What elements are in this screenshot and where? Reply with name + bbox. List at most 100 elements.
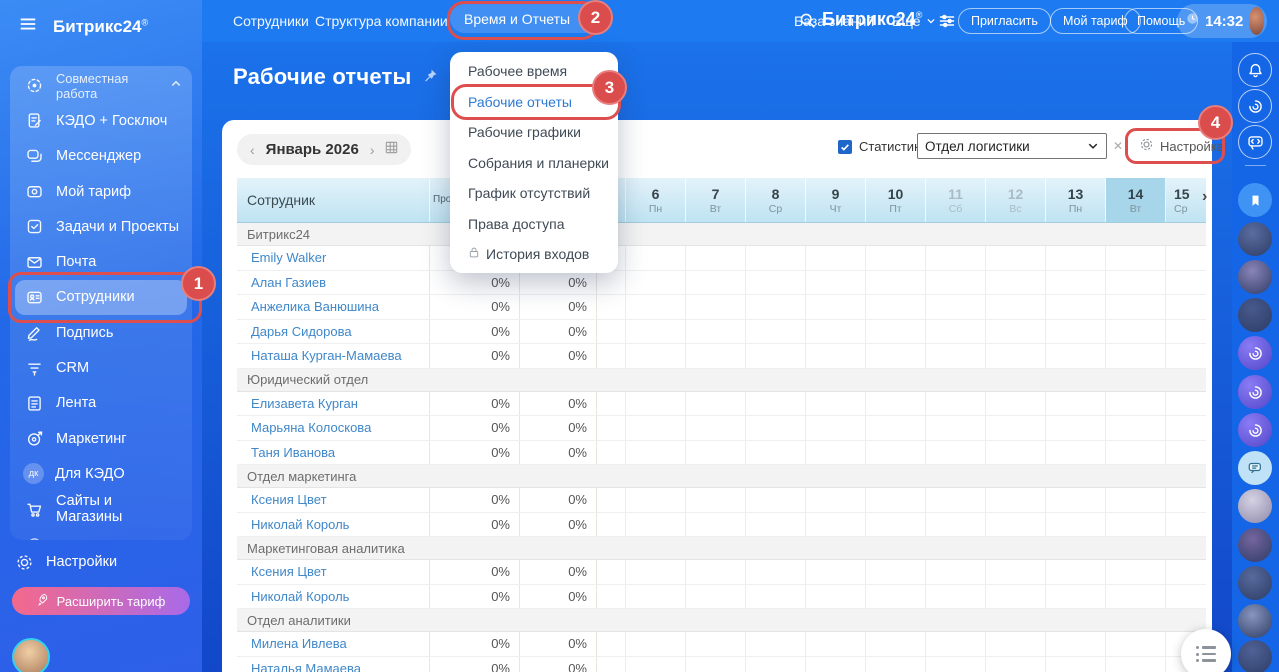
- sidebar-item-feed[interactable]: Лента: [10, 386, 192, 421]
- employee-name-link[interactable]: Наталья Мамаева: [237, 657, 430, 672]
- employee-name-link[interactable]: Милена Ивлева: [237, 632, 430, 656]
- employee-name-link[interactable]: Наташа Курган-Мамаева: [237, 344, 430, 368]
- menu-item-6[interactable]: Права доступа: [450, 209, 618, 240]
- employee-row[interactable]: Милена Ивлева0%0%: [237, 632, 1206, 657]
- employee-name-link[interactable]: Николай Король: [237, 513, 430, 537]
- bell-icon[interactable]: [1238, 53, 1272, 87]
- column-header-day-6[interactable]: 6Пн: [626, 178, 686, 222]
- employee-name-link[interactable]: Анжелика Ванюшина: [237, 295, 430, 319]
- employee-name-link[interactable]: Николай Король: [237, 585, 430, 609]
- prev-month-arrow[interactable]: ‹: [250, 143, 255, 157]
- employee-name-link[interactable]: Emily Walker: [237, 246, 430, 270]
- employee-name-link[interactable]: Елизавета Курган: [237, 392, 430, 416]
- employee-row[interactable]: Алан Газиев0%0%: [237, 271, 1206, 296]
- employee-name-link[interactable]: Марьяна Колоскова: [237, 416, 430, 440]
- invite-button[interactable]: Пригласить: [958, 8, 1051, 34]
- sidebar-item-signature[interactable]: Подпись: [10, 315, 192, 350]
- avatar[interactable]: [1238, 298, 1272, 332]
- column-header-day-9[interactable]: 9Чт: [806, 178, 866, 222]
- sidebar-item-settings[interactable]: Настройки: [13, 551, 117, 573]
- employee-row[interactable]: Emily Walker0%0%: [237, 246, 1206, 271]
- clear-filter-icon[interactable]: ✕: [1113, 139, 1123, 153]
- avatar[interactable]: [1238, 222, 1272, 256]
- tab-employees[interactable]: Сотрудники: [233, 0, 309, 42]
- work-time-widget[interactable]: 14:32: [1177, 4, 1267, 38]
- sidebar-item-cart[interactable]: Сайты и Магазины: [10, 492, 192, 527]
- statistics-toggle[interactable]: Статистика: [838, 139, 927, 154]
- employee-name-link[interactable]: Таня Иванова: [237, 441, 430, 465]
- sidebar-logo[interactable]: Битрикс24®: [53, 17, 148, 37]
- copilot-icon[interactable]: [1238, 413, 1272, 447]
- menu-item-7[interactable]: История входов: [450, 239, 618, 270]
- period-selector[interactable]: ‹ Январь 2026 ›: [237, 134, 411, 165]
- quick-list-button[interactable]: [1181, 629, 1231, 672]
- employee-row[interactable]: Ксения Цвет0%0%: [237, 560, 1206, 585]
- employee-name-link[interactable]: Ксения Цвет: [237, 560, 430, 584]
- brand-logo[interactable]: Битрикс24®: [822, 9, 922, 30]
- bookmark-icon[interactable]: [1238, 183, 1272, 217]
- avatar[interactable]: [1238, 604, 1272, 638]
- employee-row[interactable]: Наташа Курган-Мамаева0%0%: [237, 344, 1206, 369]
- user-avatar[interactable]: [1249, 7, 1264, 35]
- sliders-icon[interactable]: [938, 13, 956, 34]
- cat-avatar[interactable]: [1238, 489, 1272, 523]
- sidebar-item-mail[interactable]: Почта: [10, 244, 192, 279]
- column-header-day-7[interactable]: 7Вт: [686, 178, 746, 222]
- sidebar-item-messenger[interactable]: Мессенджер: [10, 139, 192, 174]
- menu-item-5[interactable]: График отсутствий: [450, 178, 618, 209]
- employee-row[interactable]: Елизавета Курган0%0%: [237, 392, 1206, 417]
- sidebar-item-tariff[interactable]: Мой тариф: [10, 174, 192, 209]
- menu-item-4[interactable]: Собрания и планерки: [450, 148, 618, 179]
- sidebar-item-cut[interactable]: [10, 527, 192, 540]
- column-header-day-15[interactable]: 15Ср: [1166, 178, 1206, 222]
- copilot-icon[interactable]: [1238, 89, 1272, 123]
- employee-row[interactable]: Наталья Мамаева0%0%: [237, 657, 1206, 672]
- department-select-value: Отдел логистики: [925, 139, 1030, 154]
- sidebar-item-employees[interactable]: Сотрудники: [15, 280, 187, 315]
- employee-row[interactable]: Таня Иванова0%0%: [237, 441, 1206, 466]
- tab-company-structure[interactable]: Структура компании: [315, 0, 448, 42]
- employee-row[interactable]: Дарья Сидорова0%0%: [237, 320, 1206, 345]
- menu-item-3[interactable]: Рабочие графики: [450, 117, 618, 148]
- sidebar-item-dk[interactable]: дкДля КЭДО: [10, 456, 192, 491]
- sidebar-item-crm[interactable]: CRM: [10, 350, 192, 385]
- employee-name-link[interactable]: Ксения Цвет: [237, 488, 430, 512]
- next-month-arrow[interactable]: ›: [370, 143, 375, 157]
- employee-row[interactable]: Марьяна Колоскова0%0%: [237, 416, 1206, 441]
- employee-name-link[interactable]: Алан Газиев: [237, 271, 430, 295]
- sidebar-group-collaboration[interactable]: Совместная работа: [10, 68, 192, 103]
- avatar[interactable]: [1238, 260, 1272, 294]
- employee-row[interactable]: Николай Король0%0%: [237, 513, 1206, 538]
- column-header-day-12[interactable]: 12Вс: [986, 178, 1046, 222]
- sidebar-user-avatar[interactable]: [12, 638, 50, 672]
- calendar-grid-icon[interactable]: [385, 141, 398, 158]
- chat-sync-icon[interactable]: [1238, 125, 1272, 159]
- sidebar-item-document-sign[interactable]: КЭДО + Госключ: [10, 103, 192, 138]
- sidebar-item-tasks[interactable]: Задачи и Проекты: [10, 209, 192, 244]
- scroll-right-arrow[interactable]: ›: [1202, 188, 1207, 206]
- tasks-icon: [23, 216, 45, 238]
- upgrade-plan-button[interactable]: Расширить тариф: [12, 587, 190, 615]
- employee-row[interactable]: Николай Король0%0%: [237, 585, 1206, 610]
- column-header-day-14[interactable]: 14Вт: [1106, 178, 1166, 222]
- department-select[interactable]: Отдел логистики: [917, 133, 1107, 159]
- employee-row[interactable]: Анжелика Ванюшина0%0%: [237, 295, 1206, 320]
- copilot-icon[interactable]: [1238, 336, 1272, 370]
- pin-icon[interactable]: [422, 64, 438, 90]
- avatar[interactable]: [1238, 640, 1272, 672]
- copilot-icon[interactable]: [1238, 375, 1272, 409]
- avatar[interactable]: [1238, 566, 1272, 600]
- column-header-day-13[interactable]: 13Пн: [1046, 178, 1106, 222]
- avatar[interactable]: [1238, 528, 1272, 562]
- menu-toggle-icon[interactable]: [18, 14, 38, 39]
- employee-row[interactable]: Ксения Цвет0%0%: [237, 488, 1206, 513]
- column-header-day-11[interactable]: 11Сб: [926, 178, 986, 222]
- chat-icon[interactable]: [1238, 451, 1272, 485]
- statistics-checkbox[interactable]: [838, 140, 852, 154]
- employee-name-link[interactable]: Дарья Сидорова: [237, 320, 430, 344]
- sidebar-item-marketing[interactable]: Маркетинг: [10, 421, 192, 456]
- column-header-day-10[interactable]: 10Пт: [866, 178, 926, 222]
- search-icon[interactable]: [798, 11, 817, 35]
- day-cell: [866, 585, 926, 609]
- column-header-day-8[interactable]: 8Ср: [746, 178, 806, 222]
